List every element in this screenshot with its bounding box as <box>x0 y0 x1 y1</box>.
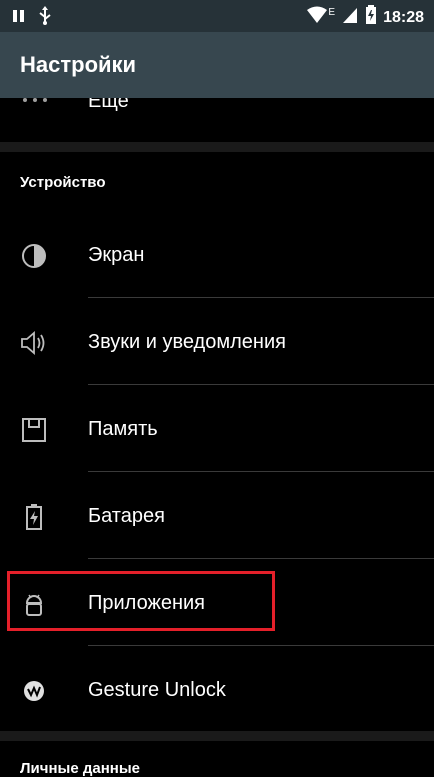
battery-charging-status-icon <box>365 5 377 30</box>
settings-item-label: Память <box>88 418 158 440</box>
settings-item-label: Батарея <box>88 505 165 527</box>
settings-item-battery[interactable]: Батарея <box>0 473 434 559</box>
section-header-personal: Личные данные <box>20 760 140 777</box>
app-toolbar: Настройки <box>0 32 434 98</box>
settings-item-label: Еще <box>88 98 129 112</box>
cell-signal-icon <box>341 6 359 29</box>
section-header-device: Устройство <box>20 174 106 191</box>
divider <box>88 471 434 472</box>
usb-icon <box>38 6 52 31</box>
settings-item-label: Экран <box>88 244 145 266</box>
speaker-icon <box>20 329 48 357</box>
status-bar: E 18:28 <box>0 0 434 32</box>
settings-item-label: Звуки и уведомления <box>88 331 286 353</box>
section-separator <box>0 731 434 741</box>
highlight-frame <box>7 571 275 631</box>
battery-charging-icon <box>20 503 48 531</box>
wifi-icon <box>306 6 328 29</box>
gesture-unlock-icon <box>20 677 48 705</box>
network-type-label: E <box>328 7 336 18</box>
section-separator <box>0 142 434 152</box>
settings-item-storage[interactable]: Память <box>0 386 434 472</box>
more-dots-icon <box>22 98 48 110</box>
settings-item-label: Gesture Unlock <box>88 679 226 701</box>
divider <box>88 645 434 646</box>
storage-icon <box>20 416 48 444</box>
settings-item-display[interactable]: Экран <box>0 212 434 298</box>
settings-item-more[interactable]: Еще <box>0 98 434 132</box>
divider <box>88 558 434 559</box>
clock: 18:28 <box>383 8 424 26</box>
divider <box>88 297 434 298</box>
page-title: Настройки <box>20 52 137 77</box>
divider <box>88 384 434 385</box>
display-brightness-icon <box>20 242 48 270</box>
pause-icon <box>12 8 26 29</box>
settings-item-gesture-unlock[interactable]: Gesture Unlock <box>0 647 434 733</box>
settings-item-sounds[interactable]: Звуки и уведомления <box>0 299 434 385</box>
